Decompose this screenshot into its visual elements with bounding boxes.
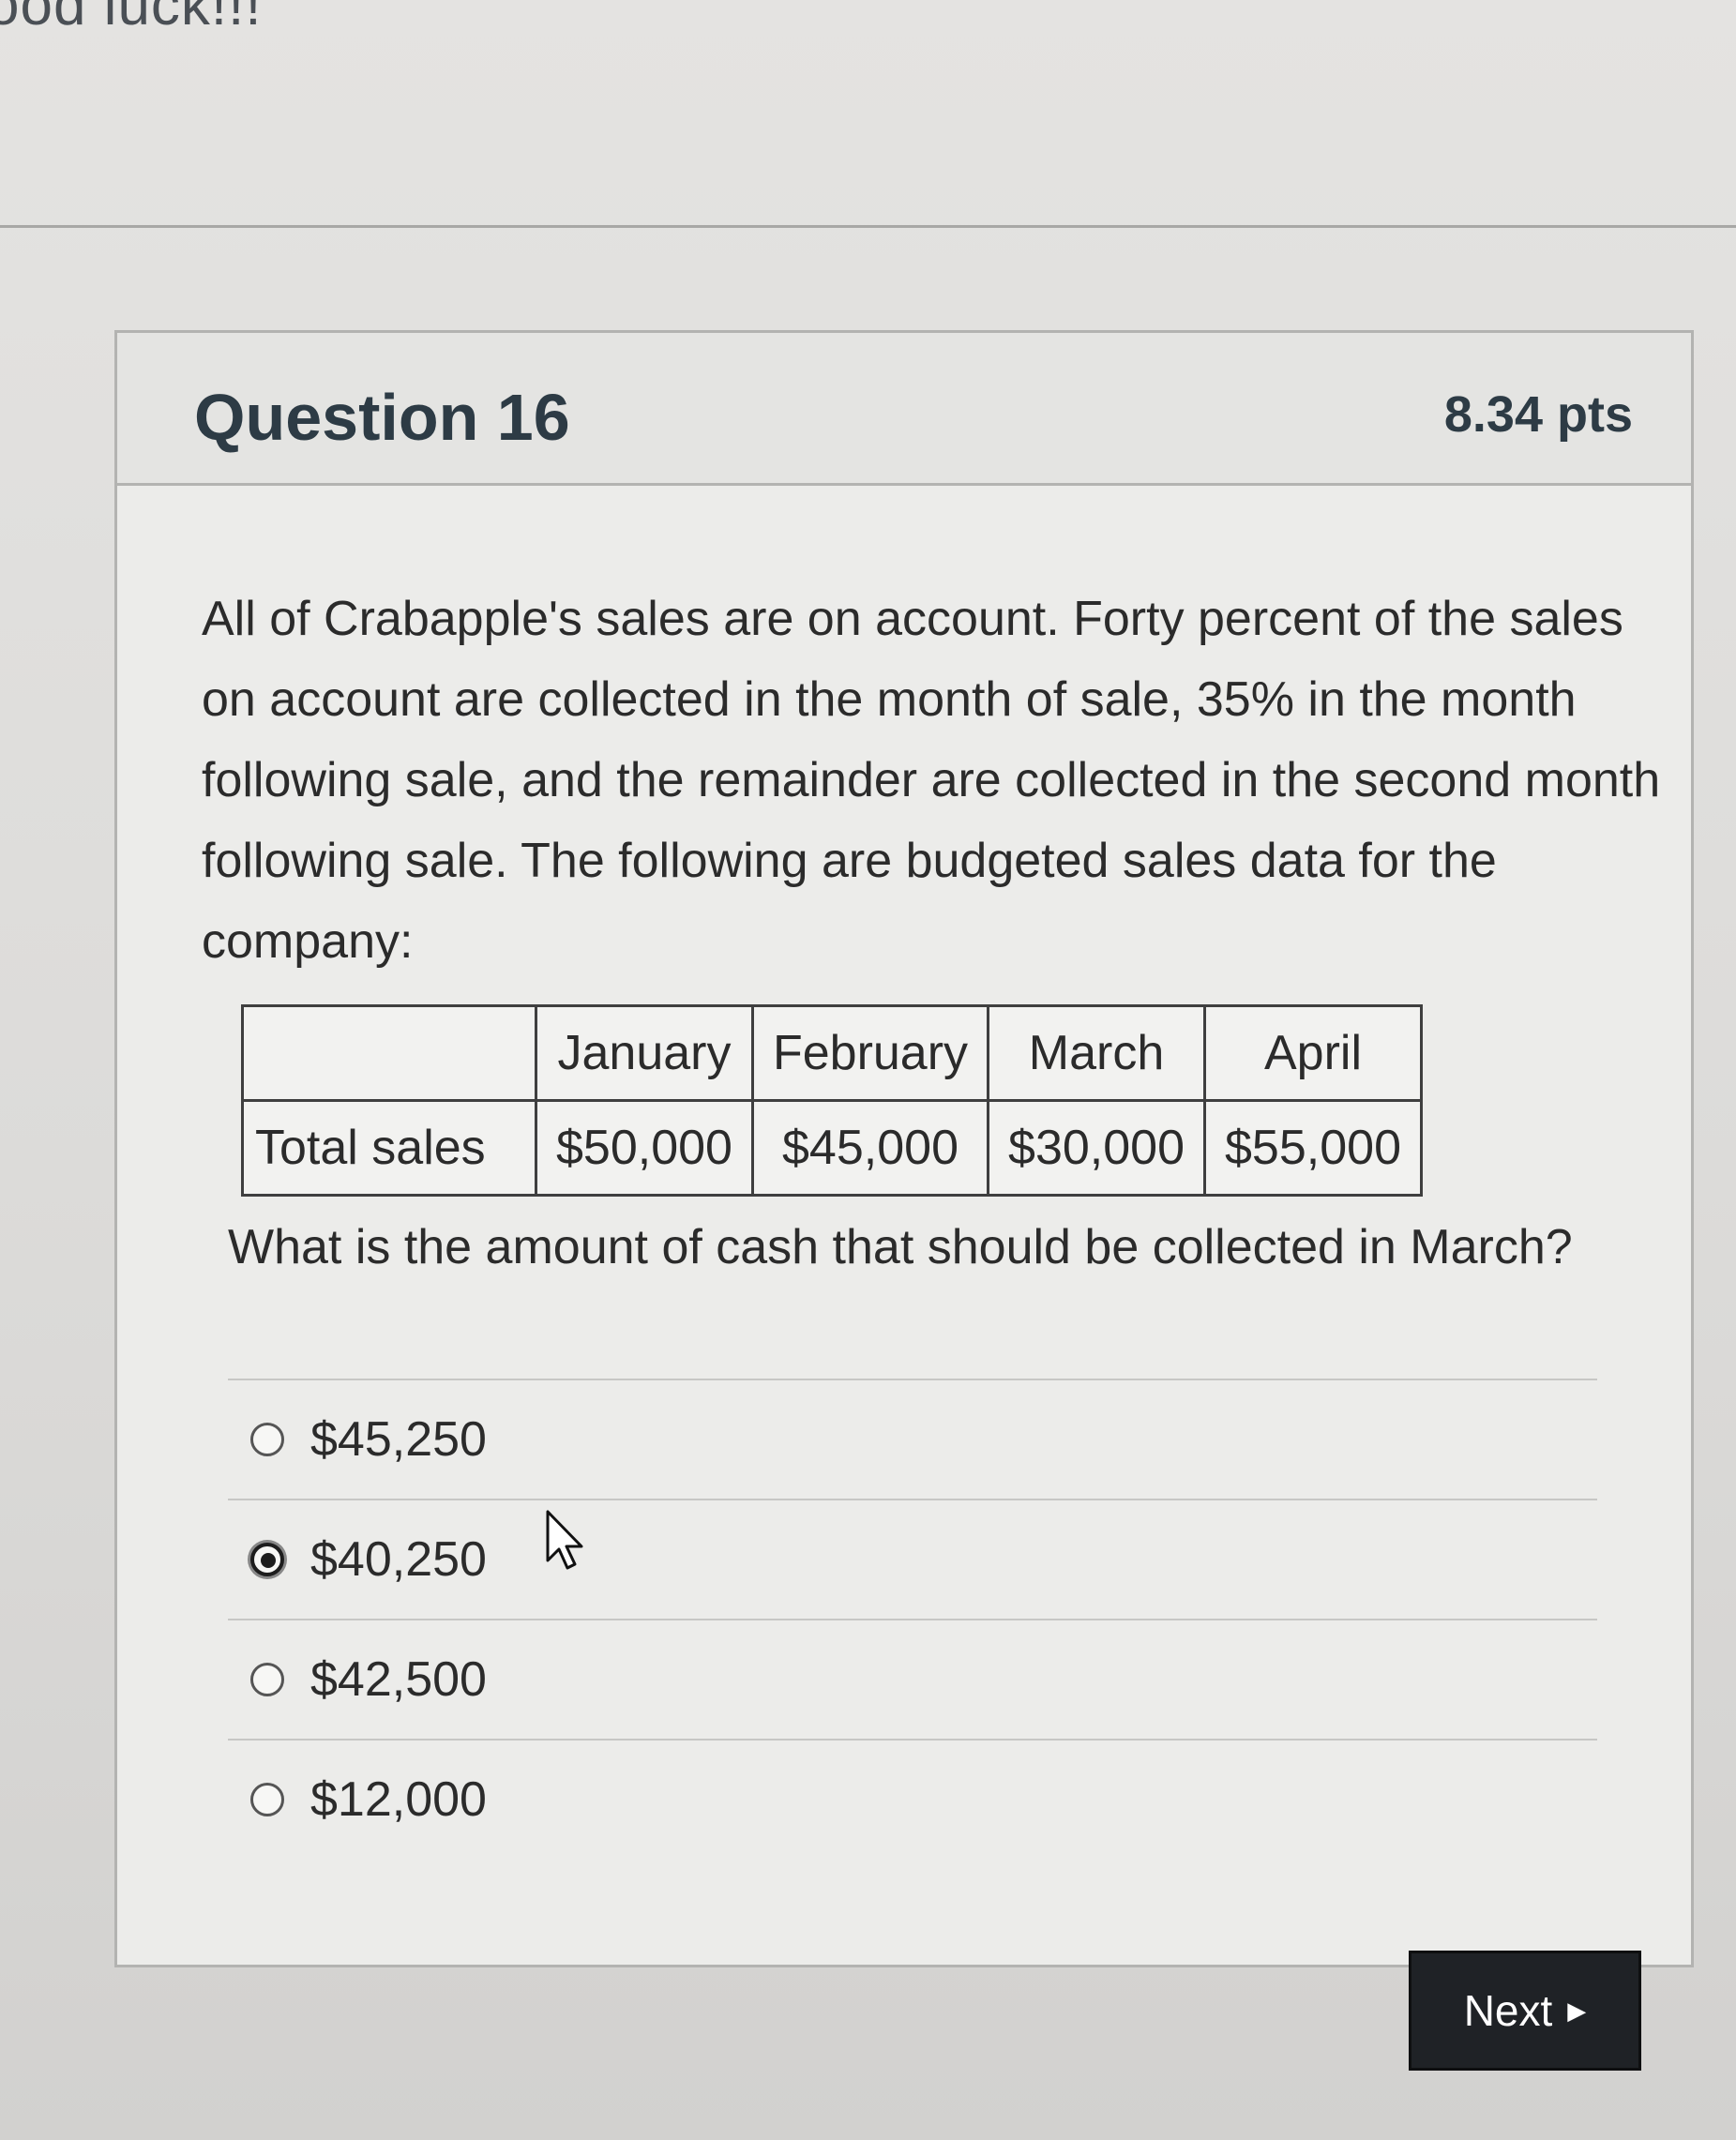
next-button[interactable]: Next ▶ <box>1409 1951 1641 2071</box>
question-header: Question 16 8.34 pts <box>117 333 1691 486</box>
triangle-right-icon: ▶ <box>1567 1996 1587 2025</box>
sales-data-table: January February March April Total sales… <box>241 1004 1423 1197</box>
table-header-cell <box>241 1004 537 1102</box>
radio-button[interactable] <box>250 1423 284 1456</box>
table-cell: $55,000 <box>1203 1099 1423 1197</box>
top-divider <box>0 225 1736 228</box>
question-text: All of Crabapple's sales are on account.… <box>202 592 1661 969</box>
question-title: Question 16 <box>194 381 570 454</box>
answer-option[interactable]: $42,500 <box>228 1619 1597 1739</box>
answer-option-selected[interactable]: $40,250 <box>228 1499 1597 1619</box>
table-row-label: Total sales <box>241 1099 537 1197</box>
radio-button[interactable] <box>250 1663 284 1696</box>
table-header-cell: April <box>1203 1004 1423 1102</box>
question-prompt: What is the amount of cash that should b… <box>228 1220 1573 1274</box>
next-button-label: Next <box>1463 1986 1553 2035</box>
answer-option[interactable]: $45,250 <box>228 1379 1597 1499</box>
table-header-cell: February <box>750 1004 990 1102</box>
answer-label: $42,500 <box>310 1652 487 1707</box>
table-header-cell: March <box>987 1004 1207 1102</box>
table-header-cell: January <box>535 1004 754 1102</box>
table-row: Total sales $50,000 $45,000 $30,000 $55,… <box>241 1099 1423 1197</box>
answer-option[interactable]: $12,000 <box>228 1739 1597 1859</box>
table-header-row: January February March April <box>241 1004 1423 1102</box>
mouse-cursor-icon <box>546 1510 583 1570</box>
radio-button[interactable] <box>250 1783 284 1816</box>
table-cell: $45,000 <box>750 1099 990 1197</box>
question-points: 8.34 pts <box>1443 386 1633 443</box>
answer-list: $45,250 $40,250 $42,500 $12,000 <box>228 1379 1597 1859</box>
answer-label: $40,250 <box>310 1532 487 1587</box>
radio-button-selected[interactable] <box>250 1543 284 1576</box>
answer-label: $12,000 <box>310 1772 487 1827</box>
answer-label: $45,250 <box>310 1412 487 1467</box>
table-cell: $50,000 <box>535 1099 754 1197</box>
table-cell: $30,000 <box>987 1099 1207 1197</box>
top-note-text: ood luck!!! <box>0 0 263 38</box>
question-card: Question 16 8.34 pts All of Crabapple's … <box>114 330 1694 1967</box>
